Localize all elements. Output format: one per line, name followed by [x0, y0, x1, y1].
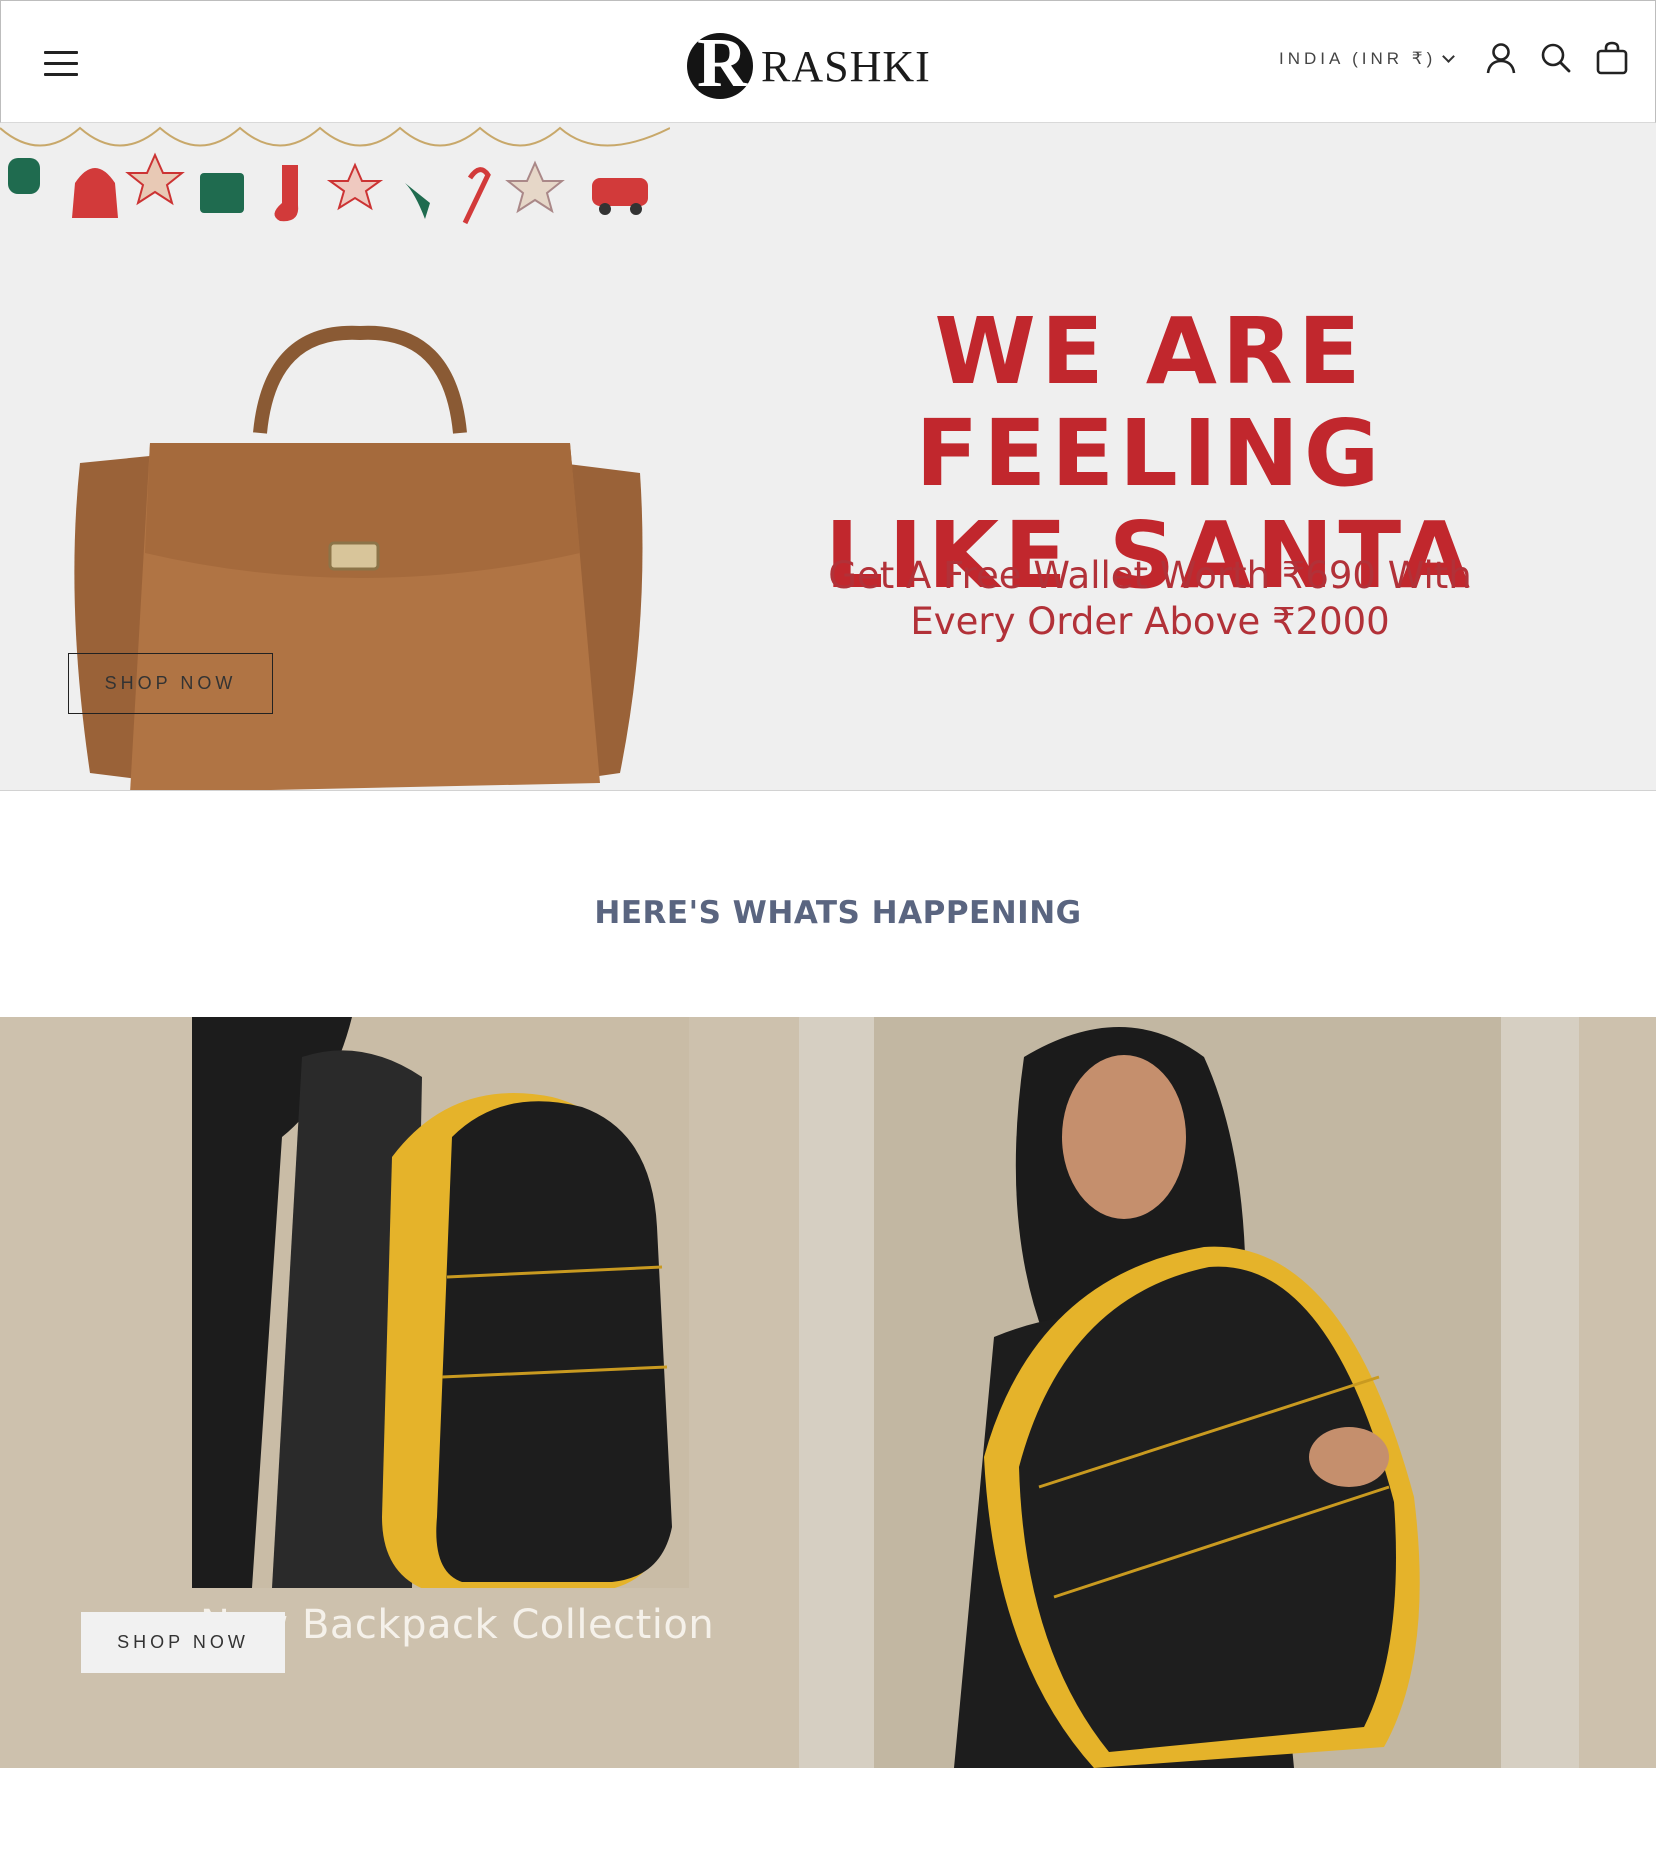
ornaments [8, 152, 648, 225]
leather-handbag-image [74, 325, 643, 790]
collection-shop-now-button[interactable]: SHOP NOW [81, 1612, 285, 1673]
menu-icon[interactable] [44, 51, 78, 77]
site-header: R RASHKI INDIA (INR ₹) [0, 0, 1656, 123]
brand-logo[interactable]: R RASHKI [687, 33, 931, 99]
chevron-down-icon [1442, 49, 1456, 63]
search-icon[interactable] [1539, 41, 1573, 75]
account-icon[interactable] [1484, 41, 1518, 75]
logo-mark: R [687, 33, 753, 99]
christmas-garland-image [0, 126, 670, 225]
hero-shop-now-button[interactable]: SHOP NOW [68, 653, 273, 714]
hero-banner[interactable]: WE ARE FEELING LIKE SANTA Get A Free Wal… [0, 123, 1656, 791]
backpack-photo-back-view [192, 1017, 689, 1588]
brand-name: RASHKI [761, 41, 931, 91]
section-heading: HERE'S WHATS HAPPENING [594, 895, 1082, 931]
backpack-photo-model [799, 1017, 1579, 1768]
hero-subtitle: Get A Free Wallet Worth ₹690 With Every … [828, 554, 1472, 643]
cart-icon[interactable] [1595, 41, 1629, 75]
backpack-collection-banner[interactable]: New Backpack Collection SHOP NOW [0, 1017, 1656, 1768]
country-selector[interactable]: INDIA (INR ₹) [1279, 49, 1456, 69]
country-label: INDIA (INR ₹) [1279, 49, 1437, 68]
